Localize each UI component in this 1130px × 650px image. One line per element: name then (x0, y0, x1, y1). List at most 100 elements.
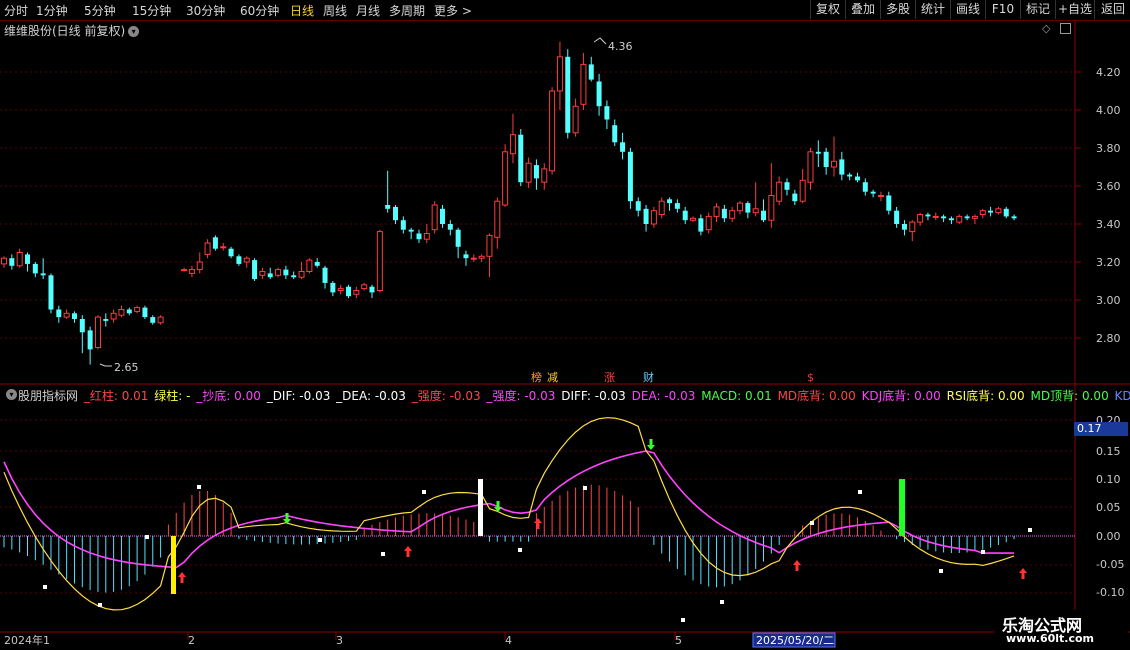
candle-body-down (463, 254, 469, 259)
period-tab-1min[interactable]: 1分钟 (36, 2, 68, 19)
indicator-series (3, 417, 1032, 622)
period-tab-multi[interactable]: 多周期 (389, 2, 425, 19)
candle-body-down (103, 319, 109, 321)
candle-body-up (243, 257, 250, 263)
candle-body-down (901, 224, 907, 230)
candle-body-down (839, 159, 845, 175)
candle-body-up (337, 288, 344, 292)
candle-body-up (549, 90, 556, 172)
indicator-field: _DIF: -0.03 (266, 389, 331, 403)
candle-body-down (236, 256, 242, 264)
candle-body-down (698, 218, 704, 232)
y-tick-label: 2.80 (1096, 332, 1121, 345)
add-favorite-button[interactable]: +自选 (1055, 0, 1094, 19)
period-tab-weekly[interactable]: 周线 (323, 2, 347, 19)
cursor-date-label: 2025/05/20/二 (756, 634, 834, 647)
signal-marker: 涨 (604, 371, 615, 384)
period-tab-15min[interactable]: 15分钟 (132, 2, 171, 19)
candle-body-up (306, 259, 313, 273)
candle-body-down (267, 273, 273, 278)
signal-bar-yellow (171, 536, 176, 594)
draw-line-button[interactable]: 画线 (950, 0, 985, 19)
period-tab-60min[interactable]: 60分钟 (240, 2, 279, 19)
candle-body-up (298, 271, 305, 278)
watermark-url: www.60lt.com (1006, 632, 1095, 645)
candle-body-up (110, 312, 117, 320)
candle-body-down (870, 191, 876, 194)
indicator-field: _抄底: 0.00 (196, 389, 261, 403)
main-chart-title: 维维股份(日线 前复权) ▾ (4, 22, 140, 39)
dot-marker (681, 618, 685, 622)
candle-body-up (971, 215, 978, 219)
indicator-field: DEA: -0.03 (631, 389, 696, 403)
indicator-field: 绿柱: - (154, 389, 191, 403)
candle-body-down (886, 195, 892, 211)
candle-body-down (847, 174, 853, 177)
candle-body-down (627, 151, 633, 202)
candle-body-down (1003, 208, 1009, 217)
period-tab-30min[interactable]: 30分钟 (186, 2, 225, 19)
candle-body-up (705, 215, 712, 231)
candle-body-up (118, 309, 125, 316)
candle-body-down (40, 273, 46, 276)
mark-button[interactable]: 标记 (1020, 0, 1055, 19)
candle-body-up (658, 200, 665, 215)
pane-resize-icon[interactable] (1060, 23, 1071, 34)
candle-body-down (291, 275, 297, 278)
toolbar: 分时 1分钟 5分钟 15分钟 30分钟 60分钟 日线 周线 月线 多周期 更… (0, 0, 1130, 21)
chevron-down-icon[interactable]: ▾ (128, 26, 140, 37)
candle-body-down (643, 208, 649, 224)
candle-body-down (620, 142, 626, 152)
overlay-button[interactable]: 叠加 (845, 0, 880, 19)
period-tab-monthly[interactable]: 月线 (356, 2, 380, 19)
dot-marker (583, 486, 587, 490)
candle-body-up (932, 215, 939, 218)
indicator-field: MACD: 0.01 (701, 389, 772, 403)
candle-body-up (94, 316, 101, 349)
candle-body-up (713, 206, 720, 217)
low-price-pointer (99, 363, 112, 367)
watermark: 乐淘公式网 www.60lt.com (994, 610, 1128, 648)
candle-body-up (541, 168, 548, 183)
candle-body-up (220, 246, 227, 249)
candle-body-down (745, 203, 751, 213)
period-tab-5min[interactable]: 5分钟 (84, 2, 116, 19)
candle-body-up (909, 221, 916, 233)
dot-marker (939, 569, 943, 573)
candle-body-up (917, 214, 924, 223)
multi-stock-button[interactable]: 多股 (880, 0, 915, 19)
period-tab-daily[interactable]: 日线 (290, 2, 314, 19)
candle-body-up (776, 181, 783, 202)
time-axis-label: 2 (188, 634, 195, 647)
candle-body-up (572, 105, 579, 134)
diamond-icon[interactable]: ◇ (1042, 22, 1050, 35)
indicator-field: RSI底背: 0.00 (946, 389, 1025, 403)
statistics-button[interactable]: 统计 (915, 0, 950, 19)
indicator-field: _DEA: -0.03 (336, 389, 406, 403)
candle-body-down (330, 282, 336, 293)
indicator-menu-icon[interactable]: ▾ (6, 389, 17, 400)
ind-y-tick-label: 0.15 (1096, 445, 1121, 458)
candle-body-down (823, 151, 829, 167)
candle-body-down (596, 81, 602, 107)
candle-body-down (667, 199, 673, 204)
candle-body-down (48, 275, 54, 310)
chart-area[interactable]: 4.20 4.00 3.80 3.60 3.40 3.20 3.00 2.80 … (0, 20, 1130, 650)
candle-body-down (408, 229, 414, 232)
candle-body-up (752, 208, 759, 214)
indicator-field: _红柱: 0.01 (83, 389, 149, 403)
candle-body-up (376, 231, 383, 292)
y-tick-label: 3.20 (1096, 256, 1121, 269)
candle-body-up (188, 269, 195, 274)
grid-lines (0, 20, 1130, 640)
candle-body-up (181, 269, 188, 272)
f10-button[interactable]: F10 (985, 0, 1020, 19)
indicator-field: DIFF: -0.03 (561, 389, 626, 403)
back-button[interactable]: 返回 (1094, 0, 1130, 19)
y-tick-label: 4.20 (1096, 66, 1121, 79)
adjust-button[interactable]: 复权 (810, 0, 845, 19)
indicator-name[interactable]: 股朋指标网 (18, 389, 78, 403)
period-tab-timeshare[interactable]: 分时 (4, 2, 28, 19)
candle-body-up (877, 195, 884, 197)
more-periods-button[interactable]: 更多 > (434, 2, 472, 19)
